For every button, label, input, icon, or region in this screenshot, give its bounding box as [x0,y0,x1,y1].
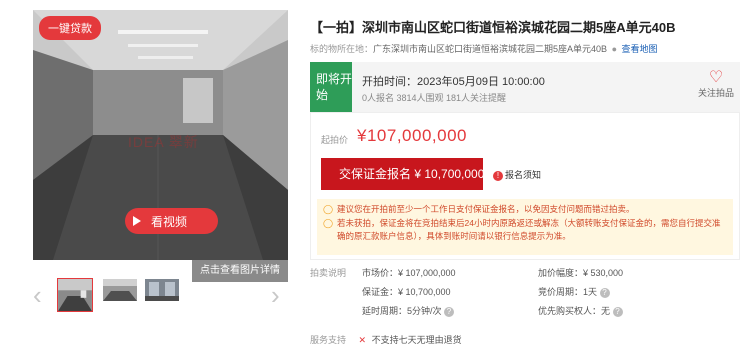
watch-video-button[interactable]: 看视频 [125,208,218,234]
start-price-value: ¥107,000,000 [357,126,467,145]
watch-video-label: 看视频 [151,214,188,229]
market-price: 市场价：¥ 107,000,000 [362,268,456,278]
registration-notice-label: 报名须知 [505,170,542,180]
listing-title: 【一拍】深圳市南山区蛇口街道恒裕滨城花园二期5座A单元40B [310,20,676,35]
tip-text: 建议您在开拍前至少一个工作日支付保证金报名，以免因支付问题而错过拍卖。 [337,204,635,214]
auction-status-box: 即将开始 开拍时间：2023年05月09日 10:00:00 0人报名 3814… [310,62,740,112]
tip-text: 若未获拍，保证金将在竞拍结束后24小时内原路返还或解冻（大额转账支付保证金的，需… [337,218,721,241]
listing-location: 标的物所在地：广东深圳市南山区蛇口街道恒裕滨城花园二期5座A单元40B ● 查看… [310,42,658,55]
delay-period: 延时周期：5分钟/次 ? [362,304,455,317]
thumbnail-3[interactable] [145,279,179,301]
loan-badge[interactable]: 一键贷款 [39,16,101,40]
thumbnail-image [103,279,137,301]
thumbnail-strip: ‹ › [33,278,288,314]
play-icon [133,216,141,226]
start-time-value: 2023年05月09日 10:00:00 [417,76,545,88]
service-value: 不支持七天无理由退货 [371,335,462,345]
close-icon: ✕ [358,335,367,345]
start-time: 开拍时间：2023年05月09日 10:00:00 [362,73,545,89]
priority-buyer: 优先购买权人：无 ? [538,304,623,317]
map-pin-icon: ● [611,44,617,54]
image-gallery: 一键贷款 IDEA 翠新 看视频 点击查看图片详情 ‹ › [33,10,288,312]
delay-period-text: 延时周期：5分钟/次 [362,306,442,316]
start-time-label: 开拍时间： [362,76,417,88]
main-photo[interactable]: 一键贷款 IDEA 翠新 看视频 [33,10,288,260]
thumbnail-image [58,279,92,311]
follow-item-button[interactable]: ♡ 关注拍品 [698,70,734,99]
location-label: 标的物所在地： [310,44,374,54]
bid-period-text: 竞价周期：1天 [538,287,598,297]
service-support: 服务支持 ✕ 不支持七天无理由退货 [310,333,462,346]
help-icon[interactable]: ? [599,288,610,298]
thumbnail-image [145,279,179,301]
lightbulb-icon: ◯ [323,204,334,214]
pay-deposit-button[interactable]: 交保证金报名 ¥ 10,700,000 [321,158,484,190]
view-map-link[interactable]: 查看地图 [622,44,658,54]
registration-notice-link[interactable]: ! 报名须知 [493,168,541,181]
start-price-label: 起拍价 [321,135,349,145]
service-label: 服务支持 [310,335,347,345]
photo-watermark: IDEA 翠新 [128,134,199,150]
thumbnail-1[interactable] [57,278,93,312]
lightbulb-icon: ◯ [323,218,334,228]
location-value: 广东深圳市南山区蛇口街道恒裕滨城花园二期5座A单元40B [373,44,608,54]
thumbnail-2[interactable] [103,279,137,301]
help-icon[interactable]: ? [444,307,455,317]
status-tag: 即将开始 [310,62,352,112]
help-icon[interactable]: ? [612,307,623,317]
tip-item: ◯ 若未获拍，保证金将在竞拍结束后24小时内原路返还或解冻（大额转账支付保证金的… [323,217,727,243]
bid-increment: 加价幅度：¥ 530,000 [538,268,624,278]
tip-item: ◯ 建议您在开拍前至少一个工作日支付保证金报名，以免因支付问题而错过拍卖。 [323,203,727,216]
heart-plus-icon: ♡ [708,69,724,86]
rules-label: 拍卖说明 [310,268,347,278]
deposit-amount: 保证金：¥ 10,700,000 [362,287,451,297]
chevron-left-icon[interactable]: ‹ [33,282,42,308]
price-area: 起拍价 ¥107,000,000 交保证金报名 ¥ 10,700,000 ! 报名… [310,112,740,260]
alert-icon: ! [493,171,503,181]
bid-period: 竞价周期：1天 ? [538,285,610,298]
auction-stats: 0人报名 3814人围观 181人关注提醒 [362,93,507,103]
priority-buyer-text: 优先购买权人：无 [538,306,611,316]
follow-item-label: 关注拍品 [698,88,735,98]
deposit-tips: ◯ 建议您在开拍前至少一个工作日支付保证金报名，以免因支付问题而错过拍卖。 ◯ … [317,199,733,255]
chevron-right-icon[interactable]: › [271,282,280,308]
